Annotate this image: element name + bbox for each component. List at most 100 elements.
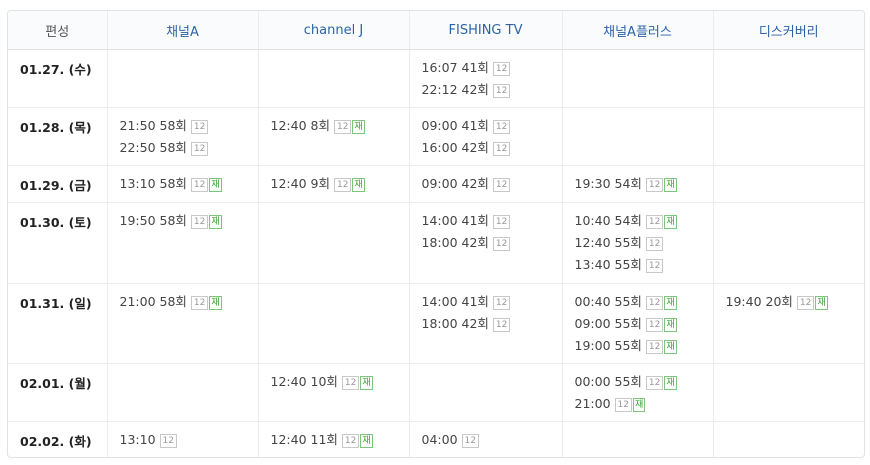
airing-time: 13:10 xyxy=(119,176,156,191)
airing-time: 19:40 xyxy=(725,294,762,309)
slot-cell-fishing-tv: 16:07 41회 12 22:12 42회 12 xyxy=(409,49,563,108)
episode-number: 58회 xyxy=(159,118,187,133)
airing-entry: 09:00 41회 12 xyxy=(422,117,562,139)
airing-time: 12:40 xyxy=(270,432,307,447)
slot-cell-fishing-tv: 14:00 41회 12 18:00 42회 12 xyxy=(409,202,563,284)
airing-entry: 12:40 8회 12 재 xyxy=(271,117,409,139)
age-rating-badge: 12 xyxy=(159,434,177,448)
episode-number: 42회 xyxy=(461,82,489,97)
episode-number: 55회 xyxy=(614,294,642,309)
airing-entry: 21:50 58회 12 xyxy=(120,117,258,139)
slot-cell-discovery xyxy=(713,165,864,203)
age-rating-badge: 12 xyxy=(492,84,511,98)
slot-cell-channel-a: 21:50 58회 12 22:50 58회 12 xyxy=(107,107,259,166)
rerun-badge: 재 xyxy=(209,296,222,310)
airing-entry: 19:00 55회 12 재 xyxy=(575,337,713,359)
age-rating-badge: 12 xyxy=(333,178,352,192)
airing-time: 13:10 xyxy=(119,432,156,447)
date-cell: 01.30. (토) xyxy=(8,202,108,284)
header-row: 편성 채널A channel J FISHING TV 채널A플러스 디스커버리 xyxy=(8,11,864,50)
rerun-badge: 재 xyxy=(352,178,365,192)
slot-cell-fishing-tv xyxy=(409,363,563,422)
rerun-badge: 재 xyxy=(352,120,365,134)
airing-time: 14:00 xyxy=(421,294,458,309)
header-discovery[interactable]: 디스커버리 xyxy=(713,11,864,50)
airing-time: 12:40 xyxy=(270,118,307,133)
age-rating-badge: 12 xyxy=(645,376,664,390)
airing-entry: 19:50 58회 12 재 xyxy=(120,212,258,234)
date-cell: 01.29. (금) xyxy=(8,165,108,203)
date-cell: 02.01. (월) xyxy=(8,363,108,422)
slot-cell-channel-a: 19:50 58회 12 재 xyxy=(107,202,259,284)
rerun-badge: 재 xyxy=(664,318,677,332)
airing-time: 13:40 xyxy=(574,257,611,272)
airing-time: 21:00 xyxy=(119,294,156,309)
airing-time: 14:00 xyxy=(421,213,458,228)
episode-number: 55회 xyxy=(614,338,642,353)
episode-number: 42회 xyxy=(461,235,489,250)
age-rating-badge: 12 xyxy=(645,259,664,273)
episode-number: 42회 xyxy=(461,140,489,155)
airing-time: 09:00 xyxy=(574,316,611,331)
slot-cell-discovery xyxy=(713,363,864,422)
age-rating-badge: 12 xyxy=(645,237,664,251)
airing-time: 16:00 xyxy=(421,140,458,155)
rerun-badge: 재 xyxy=(664,376,677,390)
episode-number: 55회 xyxy=(614,235,642,250)
episode-number: 41회 xyxy=(461,213,489,228)
age-rating-badge: 12 xyxy=(645,318,664,332)
airing-entry: 19:30 54회 12 재 xyxy=(575,175,713,197)
airing-time: 16:07 xyxy=(421,60,458,75)
airing-entry: 04:00 12 xyxy=(422,431,562,453)
airing-entry: 09:00 42회 12 xyxy=(422,175,562,197)
airing-time: 22:50 xyxy=(119,140,156,155)
header-channel-a[interactable]: 채널A xyxy=(107,11,259,50)
airing-entry: 21:00 58회 12 재 xyxy=(120,293,258,315)
airing-entry: 18:00 42회 12 xyxy=(422,315,562,337)
episode-number: 11회 xyxy=(310,432,338,447)
header-fishing-tv[interactable]: FISHING TV xyxy=(409,11,563,50)
date-cell: 01.31. (일) xyxy=(8,283,108,364)
slot-cell-discovery xyxy=(713,49,864,108)
age-rating-badge: 12 xyxy=(492,142,511,156)
airing-time: 00:00 xyxy=(574,374,611,389)
airing-entry: 12:40 55회 12 xyxy=(575,234,713,256)
age-rating-badge: 12 xyxy=(492,120,511,134)
schedule-row: 02.02. (화) 13:10 12 12:40 11회 12 재 04:00 12 xyxy=(8,421,864,458)
rerun-badge: 재 xyxy=(632,398,646,412)
slot-cell-channel-a xyxy=(107,363,259,422)
schedule-row: 01.30. (토) 19:50 58회 12 재 14:00 41회 12 18:00 4… xyxy=(8,202,864,284)
airing-entry: 10:40 54회 12 재 xyxy=(575,212,713,234)
airing-time: 12:40 xyxy=(270,374,307,389)
airing-entry: 09:00 55회 12 재 xyxy=(575,315,713,337)
episode-number: 41회 xyxy=(461,118,489,133)
slot-cell-discovery xyxy=(713,202,864,284)
slot-cell-channel-a-plus: 00:40 55회 12 재 09:00 55회 12 재 19:00 55회 12 재 xyxy=(562,283,714,364)
schedule-row: 01.29. (금) 13:10 58회 12 재 12:40 9회 12 재 09:00 4… xyxy=(8,165,864,203)
age-rating-badge: 12 xyxy=(190,215,209,229)
slot-cell-channel-a-plus xyxy=(562,421,714,457)
age-rating-badge: 12 xyxy=(492,296,511,310)
episode-number: 58회 xyxy=(159,140,187,155)
slot-cell-discovery xyxy=(713,422,864,458)
broadcast-schedule-table: 편성 채널A channel J FISHING TV 채널A플러스 디스커버리… xyxy=(8,11,864,458)
airing-time: 18:00 xyxy=(421,316,458,331)
airing-time: 21:00 xyxy=(574,396,611,411)
airing-time: 09:00 xyxy=(421,118,458,133)
episode-number: 9회 xyxy=(310,176,330,191)
header-channel-j[interactable]: channel J xyxy=(258,11,410,50)
slot-cell-channel-j xyxy=(258,202,410,284)
airing-time: 21:50 xyxy=(119,118,156,133)
rerun-badge: 재 xyxy=(664,340,677,354)
header-channel-a-plus[interactable]: 채널A플러스 xyxy=(562,11,714,50)
slot-cell-channel-a: 13:10 12 xyxy=(107,421,259,457)
age-rating-badge: 12 xyxy=(341,434,360,448)
date-cell: 01.27. (수) xyxy=(8,49,108,108)
age-rating-badge: 12 xyxy=(645,296,664,310)
slot-cell-fishing-tv: 09:00 41회 12 16:00 42회 12 xyxy=(409,107,563,166)
slot-cell-channel-j: 12:40 10회 12 재 xyxy=(258,363,410,422)
schedule-row: 01.31. (일) 21:00 58회 12 재 14:00 41회 12 18:00 4… xyxy=(8,283,864,364)
slot-cell-channel-a: 21:00 58회 12 재 xyxy=(107,283,259,364)
age-rating-badge: 12 xyxy=(461,434,479,448)
age-rating-badge: 12 xyxy=(645,340,664,354)
